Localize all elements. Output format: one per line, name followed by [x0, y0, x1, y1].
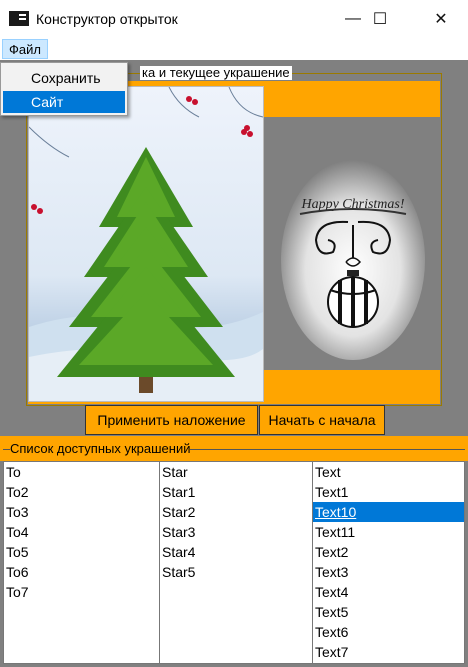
restart-button[interactable]: Начать с начала — [259, 405, 385, 435]
list-item[interactable]: To3 — [4, 502, 159, 522]
list-group-legend: Список доступных украшений — [10, 441, 191, 456]
current-ornament-preview: Happy Christmas! — [278, 130, 428, 360]
list-item[interactable]: To2 — [4, 482, 159, 502]
ornament-image: Happy Christmas! — [281, 160, 425, 360]
list-item[interactable]: Text — [313, 462, 464, 482]
close-button[interactable]: ✕ — [418, 0, 464, 38]
postcard-image — [28, 86, 264, 402]
list-item[interactable]: Star3 — [160, 522, 312, 542]
list-item[interactable]: Text4 — [313, 582, 464, 602]
list-item[interactable]: Star — [160, 462, 312, 482]
list-item[interactable]: Star1 — [160, 482, 312, 502]
title-bar: Конструктор открыток — ☐ ✕ — [0, 0, 468, 38]
menu-bar: Файл — [0, 38, 468, 60]
close-icon: ✕ — [434, 11, 448, 28]
list-item[interactable]: To6 — [4, 562, 159, 582]
list-item[interactable]: Text6 — [313, 622, 464, 642]
list-item[interactable]: Text3 — [313, 562, 464, 582]
listbox-to[interactable]: To To2 To3 To4 To5 To6 To7 — [4, 462, 159, 663]
ornament-lists: To To2 To3 To4 To5 To6 To7 Star Star1 St… — [3, 461, 465, 664]
list-item-selected[interactable]: Text10 — [313, 502, 464, 522]
list-item[interactable]: Text5 — [313, 602, 464, 622]
apply-overlay-button[interactable]: Применить наложение — [85, 405, 258, 435]
list-item[interactable]: Text7 — [313, 642, 464, 662]
list-item[interactable]: To5 — [4, 542, 159, 562]
list-item[interactable]: Star5 — [160, 562, 312, 582]
menu-file[interactable]: Файл — [2, 39, 48, 59]
menu-item-site[interactable]: Сайт — [3, 91, 125, 113]
menu-item-save[interactable]: Сохранить — [3, 67, 125, 89]
listbox-star[interactable]: Star Star1 Star2 Star3 Star4 Star5 — [160, 462, 312, 663]
window-title: Конструктор открыток — [36, 11, 178, 27]
list-item[interactable]: Text11 — [313, 522, 464, 542]
maximize-button[interactable]: ☐ — [357, 0, 403, 38]
list-item[interactable]: Text1 — [313, 482, 464, 502]
list-item[interactable]: To — [4, 462, 159, 482]
app-icon — [9, 11, 29, 26]
list-item[interactable]: To7 — [4, 582, 159, 602]
list-item[interactable]: Star4 — [160, 542, 312, 562]
list-item[interactable]: To4 — [4, 522, 159, 542]
file-menu-dropdown: Сохранить Сайт — [0, 62, 128, 116]
listbox-text[interactable]: Text Text1 Text10 Text11 Text2 Text3 Tex… — [313, 462, 464, 663]
list-item[interactable]: Star2 — [160, 502, 312, 522]
list-item[interactable]: Text2 — [313, 542, 464, 562]
christmas-tree-image — [29, 87, 263, 401]
preview-group-legend: ка и текущее украшение — [140, 65, 292, 80]
maximize-icon: ☐ — [372, 11, 388, 28]
